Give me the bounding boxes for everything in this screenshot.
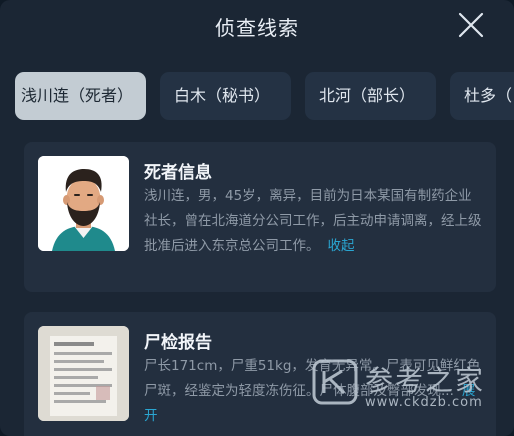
- tab-duo[interactable]: 杜多（: [450, 72, 514, 120]
- tab-secretary[interactable]: 白木（秘书）: [160, 72, 291, 120]
- watermark: 参考之家 www.ckdzb.com: [310, 355, 510, 415]
- tab-manager[interactable]: 北河（部长）: [305, 72, 436, 120]
- description-text: 浅川连，男，45岁，离异，目前为日本某国有制药企业社长，曾在北海道分公司工作，后…: [144, 188, 482, 254]
- collapse-link[interactable]: 收起: [328, 238, 355, 254]
- page-title: 侦查线索: [215, 16, 299, 40]
- victim-info-card: 死者信息 浅川连，男，45岁，离异，目前为日本某国有制药企业社长，曾在北海道分公…: [24, 142, 496, 292]
- watermark-logo-icon: [312, 359, 358, 405]
- clue-panel: 侦查线索 浅川连（死者） 白木（秘书） 北河（部长） 杜多（ 死者信息 浅川连，…: [0, 0, 514, 436]
- panel-header: 侦查线索: [0, 0, 514, 52]
- watermark-text: 参考之家: [365, 364, 486, 397]
- suspect-tabs: 浅川连（死者） 白木（秘书） 北河（部长） 杜多（: [15, 72, 514, 122]
- card-title: 死者信息: [144, 163, 212, 183]
- report-thumbnail: [38, 326, 129, 421]
- victim-avatar: [38, 156, 129, 251]
- man-avatar-icon: [38, 156, 129, 251]
- close-icon[interactable]: [458, 12, 484, 38]
- tab-label: 白木（秘书）: [174, 86, 271, 105]
- card-description: 浅川连，男，45岁，离异，目前为日本某国有制药企业社长，曾在北海道分公司工作，后…: [144, 184, 484, 259]
- tab-label: 浅川连（死者）: [21, 86, 134, 105]
- card-title: 尸检报告: [144, 333, 212, 353]
- tab-label: 杜多（: [464, 86, 513, 105]
- document-icon: [38, 326, 129, 421]
- tab-victim[interactable]: 浅川连（死者）: [15, 72, 146, 120]
- watermark-url: www.ckdzb.com: [365, 395, 483, 410]
- tab-label: 北河（部长）: [319, 86, 416, 105]
